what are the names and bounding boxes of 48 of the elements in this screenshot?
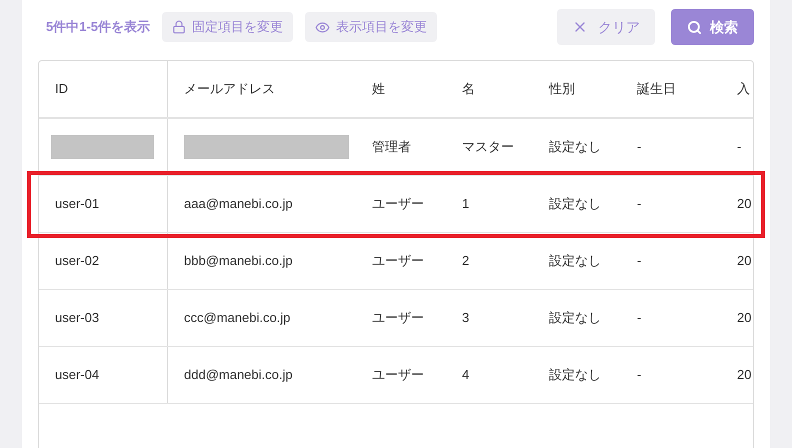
table-cell-text: ccc@manebi.co.jp <box>184 309 290 328</box>
column-header: メールアドレス <box>184 80 275 98</box>
column-header: ID <box>55 80 68 98</box>
column-header: 入 <box>737 80 750 98</box>
table-cell-text: 設定なし <box>549 252 601 270</box>
clear-button[interactable]: クリア <box>557 9 655 45</box>
result-count: 5件中1-5件を表示 <box>46 18 150 36</box>
table-cell-text: 設定なし <box>549 195 601 214</box>
table-cell-text: 20 <box>737 366 752 384</box>
table-cell-text: ユーザー <box>372 309 424 328</box>
table-cell-text: user-04 <box>54 366 100 384</box>
column-header: 姓 <box>372 80 385 98</box>
table-cell-text: 4 <box>462 366 470 384</box>
table-cell-text: 3 <box>462 309 470 328</box>
table-cell-text: 2 <box>462 252 470 270</box>
table-cell-text: user-01 <box>54 195 100 214</box>
table-cell-text: user-02 <box>54 252 100 270</box>
table-cell-text: ユーザー <box>372 366 424 384</box>
table-cell-text: aaa@manebi.co.jp <box>184 195 293 214</box>
table-cell-text: 20 <box>737 252 752 270</box>
search-button[interactable]: 検索 <box>671 9 754 45</box>
table-cell-text: ユーザー <box>372 252 424 270</box>
table-cell-text: - <box>637 366 642 384</box>
lock-icon <box>172 20 186 34</box>
table-cell-text: - <box>637 309 642 328</box>
table-cell-text: 20 <box>737 309 752 328</box>
column-header: 名 <box>462 80 475 98</box>
table-cell-text: user-03 <box>54 309 100 328</box>
table-cell-text: - <box>637 252 642 270</box>
table-cell-text: 設定なし <box>549 366 601 384</box>
table-cell-text: マスター <box>462 138 514 156</box>
toolbar-button[interactable]: 表示項目を変更 <box>305 12 438 42</box>
search-icon <box>687 20 702 34</box>
table-cell-text: 設定なし <box>549 309 601 328</box>
table-cell-text: bbb@manebi.co.jp <box>184 252 293 270</box>
toolbar-button[interactable]: 固定項目を変更 <box>162 12 294 42</box>
table-cell-text: ddd@manebi.co.jp <box>184 366 293 384</box>
table-cell-text: - <box>637 195 642 214</box>
table-cell-text: 1 <box>462 195 470 214</box>
table-cell-text: - <box>637 138 642 156</box>
column-header: 性別 <box>549 80 575 98</box>
eye-icon <box>315 20 330 34</box>
table-cell-text: 設定なし <box>549 138 601 156</box>
column-header: 誕生日 <box>637 80 676 98</box>
table-cell-text: 管理者 <box>372 138 411 156</box>
table-cell-text: ユーザー <box>372 195 424 214</box>
table-cell-text: 20 <box>737 195 752 214</box>
table-cell-text: - <box>737 138 742 156</box>
